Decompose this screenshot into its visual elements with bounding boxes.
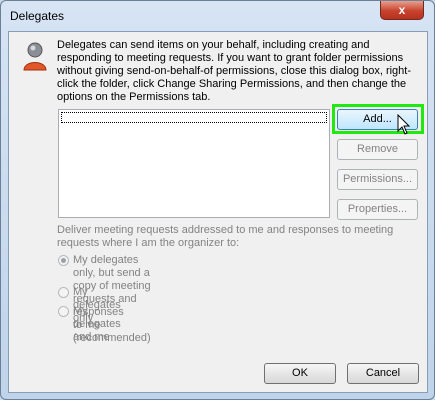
permissions-button[interactable]: Permissions... bbox=[337, 169, 418, 190]
ok-button[interactable]: OK bbox=[264, 363, 336, 384]
radio-button[interactable] bbox=[58, 255, 69, 266]
radio-label: My delegates and me bbox=[73, 305, 121, 343]
dialog-title: Delegates bbox=[10, 9, 65, 23]
user-icon bbox=[23, 42, 47, 71]
properties-button[interactable]: Properties... bbox=[337, 199, 418, 220]
close-icon: x bbox=[398, 3, 406, 17]
description-text: Delegates can send items on your behalf,… bbox=[57, 39, 412, 103]
radio-button[interactable] bbox=[58, 306, 69, 317]
mouse-cursor-icon bbox=[397, 114, 411, 135]
remove-button[interactable]: Remove bbox=[337, 139, 418, 160]
cancel-button[interactable]: Cancel bbox=[347, 363, 419, 384]
delegates-list[interactable] bbox=[58, 109, 330, 218]
meeting-requests-label: Deliver meeting requests addressed to me… bbox=[57, 224, 394, 249]
dialog-body: Delegates can send items on your behalf,… bbox=[8, 31, 428, 393]
delegates-dialog: Delegates x Delegates can send items on … bbox=[0, 0, 435, 400]
title-bar[interactable]: Delegates x bbox=[1, 1, 434, 31]
radio-button[interactable] bbox=[58, 287, 69, 298]
list-focus-row[interactable] bbox=[61, 112, 327, 123]
close-button[interactable]: x bbox=[380, 1, 424, 20]
